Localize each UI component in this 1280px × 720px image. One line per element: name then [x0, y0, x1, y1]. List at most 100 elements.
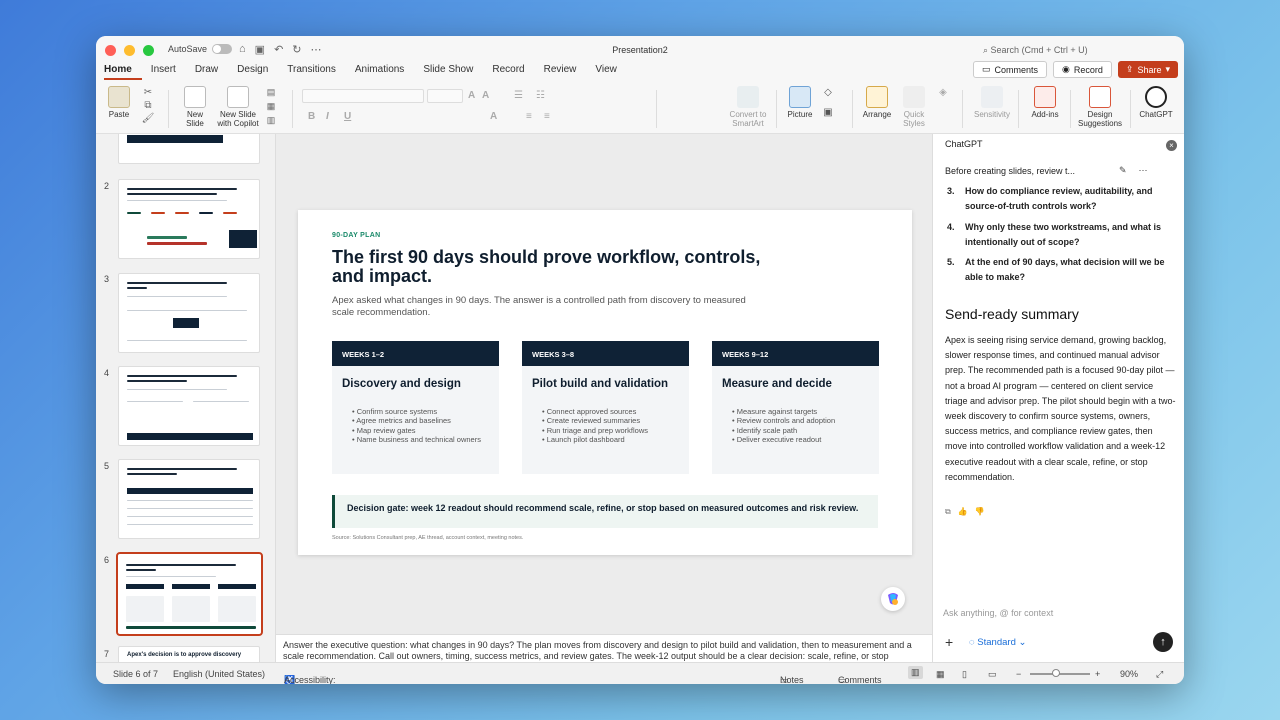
- copilot-slide-icon: [227, 86, 249, 108]
- comments-button[interactable]: ▭ Comments: [972, 61, 1048, 78]
- close-icon[interactable]: ×: [1166, 140, 1177, 151]
- tab-animations[interactable]: Animations: [355, 64, 414, 80]
- tab-view[interactable]: View: [595, 64, 627, 80]
- question-text: Why only these two workstreams, and what…: [965, 222, 1162, 247]
- tab-insert[interactable]: Insert: [151, 64, 186, 80]
- tab-home[interactable]: Home: [104, 64, 142, 80]
- phase-card[interactable]: WEEKS 1–2 Discovery and design Confirm s…: [332, 341, 499, 474]
- new-slide-icon: [184, 86, 206, 108]
- convert-smartart-button[interactable]: Convert to SmartArt: [726, 86, 770, 128]
- slide-thumbnail-4[interactable]: [118, 366, 260, 446]
- phase-card[interactable]: WEEKS 9–12 Measure and decide Measure ag…: [712, 341, 879, 474]
- slide-title[interactable]: The first 90 days should prove workflow,…: [332, 248, 792, 286]
- textbox-icon[interactable]: ▣: [820, 108, 836, 118]
- align-icon[interactable]: ≡: [526, 111, 532, 122]
- reset-icon[interactable]: ▦: [264, 102, 278, 111]
- reading-view-icon[interactable]: ▯: [962, 669, 967, 680]
- slide-thumbnail-1[interactable]: [118, 134, 260, 164]
- thumbs-up-icon[interactable]: 👍: [958, 507, 968, 517]
- add-ins-button[interactable]: Add-ins: [1026, 86, 1064, 119]
- slide-thumbnails: 2 3 4 5 6 7 Apex's decision is to approv…: [96, 134, 276, 662]
- question-text: At the end of 90 days, what decision wil…: [965, 257, 1165, 282]
- zoom-out-icon[interactable]: −: [1016, 669, 1021, 679]
- share-button[interactable]: ⇪ Share ▾: [1117, 61, 1178, 78]
- status-bar: Slide 6 of 7 English (United States) ♿ A…: [96, 662, 1184, 684]
- slide-sorter-icon[interactable]: ▦: [936, 669, 945, 680]
- slide-thumbnail-2[interactable]: [118, 179, 260, 259]
- new-slide-copilot-button[interactable]: New Slide with Copilot: [214, 86, 262, 128]
- sensitivity-button[interactable]: Sensitivity: [970, 86, 1014, 119]
- search-box[interactable]: ⌕ Search (Cmd + Ctrl + U): [983, 45, 1088, 56]
- edit-icon[interactable]: ✎: [1119, 165, 1127, 176]
- slide-subtitle[interactable]: Apex asked what changes in 90 days. The …: [332, 295, 752, 319]
- fit-slide-icon[interactable]: ⤢: [1156, 669, 1163, 680]
- slide-number: 2: [104, 181, 110, 191]
- layout-icon[interactable]: ▤: [264, 88, 278, 97]
- tab-design[interactable]: Design: [237, 64, 278, 80]
- send-button[interactable]: ↑: [1153, 632, 1173, 652]
- quick-styles-button[interactable]: Quick Styles: [898, 86, 930, 128]
- underline-icon[interactable]: U: [344, 111, 351, 122]
- attach-plus-icon[interactable]: +: [945, 634, 953, 650]
- tab-transitions[interactable]: Transitions: [287, 64, 346, 80]
- numbering-icon[interactable]: ☷: [536, 90, 545, 101]
- slideshow-icon[interactable]: ▭: [988, 669, 997, 680]
- shapes-icon[interactable]: ◇: [820, 88, 836, 98]
- shape-fill-icon[interactable]: ◈: [936, 88, 950, 98]
- decision-gate-callout[interactable]: Decision gate: week 12 readout should re…: [332, 495, 878, 528]
- pane-title: ChatGPT: [945, 139, 983, 149]
- tab-review[interactable]: Review: [544, 64, 587, 80]
- record-button[interactable]: ◉ Record: [1053, 61, 1112, 78]
- paste-button[interactable]: Paste: [106, 86, 132, 119]
- design-suggestions-button[interactable]: Design Suggestions: [1076, 86, 1124, 128]
- arrow-up-icon: ↑: [1160, 636, 1166, 648]
- cut-icon[interactable]: ✂: [140, 88, 156, 98]
- new-slide-button[interactable]: New Slide: [178, 86, 212, 128]
- bullets-icon[interactable]: ☰: [514, 90, 523, 101]
- model-mode-select[interactable]: ◌ Standard ⌄: [969, 637, 1026, 648]
- zoom-in-icon[interactable]: +: [1095, 669, 1100, 679]
- phase-card[interactable]: WEEKS 3–8 Pilot build and validation Con…: [522, 341, 689, 474]
- copy-response-icon[interactable]: ⧉: [945, 507, 951, 517]
- slide-thumbnail-5[interactable]: [118, 459, 260, 539]
- font-grow-icon[interactable]: A: [468, 90, 475, 101]
- italic-icon[interactable]: I: [326, 111, 329, 122]
- chevron-down-icon: ▾: [1165, 64, 1170, 74]
- more-options-icon[interactable]: ⋯: [1139, 165, 1148, 176]
- format-painter-icon[interactable]: 🖌: [140, 114, 156, 124]
- language-indicator[interactable]: English (United States): [173, 669, 265, 679]
- font-size-select[interactable]: [427, 89, 463, 103]
- tab-draw[interactable]: Draw: [195, 64, 228, 80]
- tab-record[interactable]: Record: [492, 64, 534, 80]
- chatgpt-button[interactable]: ChatGPT: [1138, 86, 1174, 119]
- zoom-slider-thumb[interactable]: [1052, 669, 1060, 677]
- font-color-icon[interactable]: A: [490, 111, 497, 122]
- zoom-slider[interactable]: [1030, 673, 1090, 675]
- slide-thumbnail-7[interactable]: Apex's decision is to approve discovery: [118, 646, 260, 662]
- align-center-icon[interactable]: ≡: [544, 111, 550, 122]
- phase-weeks: WEEKS 1–2: [332, 341, 499, 366]
- arrange-button[interactable]: Arrange: [860, 86, 894, 119]
- conversation-title[interactable]: Before creating slides, review t...: [945, 166, 1075, 176]
- speaker-notes[interactable]: Answer the executive question: what chan…: [276, 634, 932, 662]
- section-icon[interactable]: ▥: [264, 116, 278, 125]
- slide-thumbnail-6-selected[interactable]: [116, 552, 263, 636]
- question-item: 5. At the end of 90 days, what decision …: [947, 255, 1179, 285]
- copilot-button[interactable]: [881, 587, 905, 611]
- quick-styles-label: Quick Styles: [903, 110, 925, 128]
- bold-icon[interactable]: B: [308, 111, 315, 122]
- tab-slide-show[interactable]: Slide Show: [423, 64, 483, 80]
- chat-input[interactable]: Ask anything, @ for context: [943, 608, 1053, 618]
- picture-button[interactable]: Picture: [785, 86, 815, 119]
- copy-icon[interactable]: ⧉: [140, 101, 156, 111]
- font-family-select[interactable]: [302, 89, 424, 103]
- slide-thumbnail-3[interactable]: [118, 273, 260, 353]
- font-shrink-icon[interactable]: A: [482, 90, 489, 101]
- thumbs-down-icon[interactable]: 👎: [975, 507, 985, 517]
- zoom-level[interactable]: 90%: [1120, 669, 1138, 679]
- add-ins-icon: [1034, 86, 1056, 108]
- current-slide[interactable]: 90-DAY PLAN The first 90 days should pro…: [298, 210, 912, 555]
- arrange-label: Arrange: [862, 110, 892, 119]
- normal-view-icon[interactable]: ▥: [908, 666, 923, 679]
- smartart-icon: [737, 86, 759, 108]
